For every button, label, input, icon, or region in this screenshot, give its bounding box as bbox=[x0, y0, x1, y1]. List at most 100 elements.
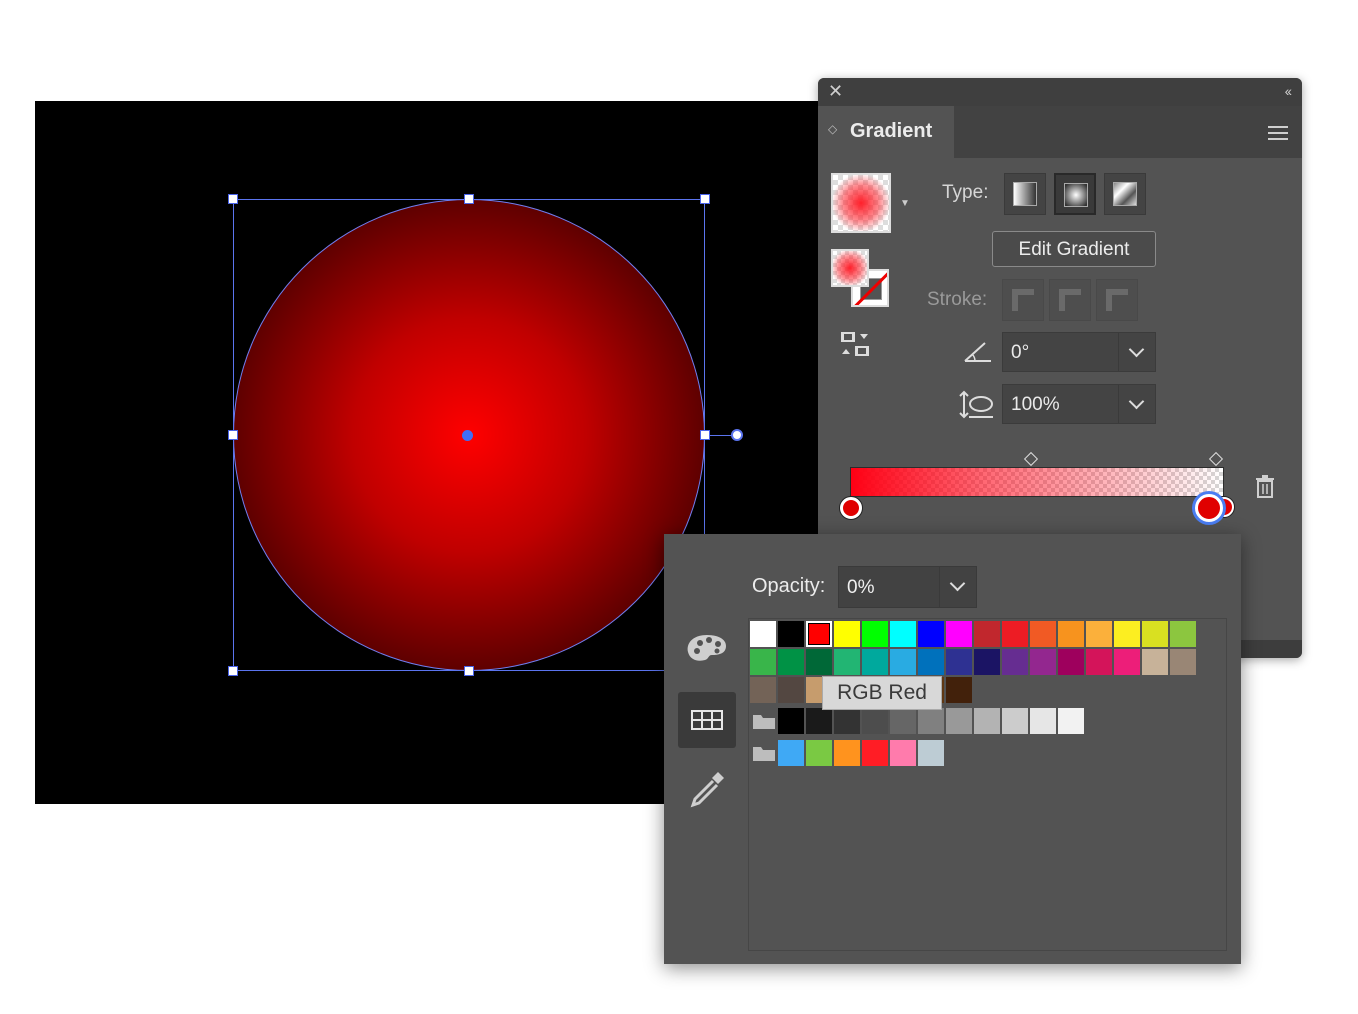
color-swatch[interactable] bbox=[778, 649, 804, 675]
angle-field[interactable]: 0° bbox=[1002, 332, 1156, 372]
aspect-ratio-field[interactable]: 100% bbox=[1002, 384, 1156, 424]
color-swatch[interactable] bbox=[834, 740, 860, 766]
color-swatch[interactable] bbox=[862, 649, 888, 675]
stroke-along-button[interactable] bbox=[1049, 279, 1091, 321]
gradient-midpoint-diamond-end[interactable] bbox=[1208, 451, 1224, 467]
color-swatch[interactable] bbox=[1114, 621, 1140, 647]
color-swatch[interactable] bbox=[1058, 708, 1084, 734]
collapse-icon[interactable]: ‹‹ bbox=[1285, 83, 1292, 99]
folder-icon[interactable] bbox=[752, 744, 776, 762]
color-swatch[interactable] bbox=[778, 708, 804, 734]
resize-handle-bottom[interactable] bbox=[464, 666, 474, 676]
linear-gradient-button[interactable] bbox=[1004, 173, 1046, 215]
panel-menu-icon[interactable] bbox=[1268, 126, 1288, 144]
color-swatch[interactable] bbox=[1086, 649, 1112, 675]
color-swatch[interactable] bbox=[974, 708, 1000, 734]
color-swatch[interactable] bbox=[778, 677, 804, 703]
color-swatch[interactable] bbox=[750, 677, 776, 703]
resize-handle-top[interactable] bbox=[464, 194, 474, 204]
color-swatch[interactable] bbox=[918, 621, 944, 647]
color-swatch[interactable] bbox=[750, 621, 776, 647]
caret-down-icon[interactable]: ▼ bbox=[900, 198, 910, 209]
aspect-ratio-dropdown[interactable] bbox=[1118, 385, 1155, 423]
gradient-annotator-handle[interactable] bbox=[731, 429, 743, 441]
gradient-origin-point[interactable] bbox=[462, 430, 473, 441]
color-swatch[interactable] bbox=[918, 649, 944, 675]
color-swatch[interactable] bbox=[1002, 708, 1028, 734]
color-swatch[interactable] bbox=[1170, 649, 1196, 675]
color-swatch[interactable] bbox=[1114, 649, 1140, 675]
color-swatch[interactable] bbox=[918, 708, 944, 734]
color-swatch[interactable] bbox=[750, 649, 776, 675]
trash-icon[interactable] bbox=[1254, 474, 1276, 498]
color-swatch[interactable] bbox=[890, 649, 916, 675]
resize-handle-top-left[interactable] bbox=[228, 194, 238, 204]
color-swatch[interactable] bbox=[1058, 621, 1084, 647]
color-swatch[interactable] bbox=[1086, 621, 1112, 647]
color-swatch[interactable] bbox=[806, 649, 832, 675]
opacity-value[interactable]: 0% bbox=[847, 577, 874, 599]
tab-gradient[interactable]: ◇ Gradient bbox=[818, 106, 954, 158]
fill-swatch[interactable] bbox=[831, 249, 869, 287]
color-swatch[interactable] bbox=[890, 740, 916, 766]
color-swatch[interactable] bbox=[1030, 708, 1056, 734]
freeform-gradient-button[interactable] bbox=[1104, 173, 1146, 215]
resize-handle-left[interactable] bbox=[228, 430, 238, 440]
panel-header-bar: ✕ ‹‹ bbox=[818, 78, 1302, 106]
folder-icon[interactable] bbox=[752, 712, 776, 730]
radial-gradient-button[interactable] bbox=[1054, 173, 1096, 215]
color-swatch[interactable] bbox=[862, 621, 888, 647]
color-swatch[interactable] bbox=[778, 621, 804, 647]
opacity-field[interactable]: 0% bbox=[838, 566, 977, 608]
color-stop-left[interactable] bbox=[840, 497, 862, 519]
color-swatch[interactable] bbox=[1030, 649, 1056, 675]
color-swatch[interactable] bbox=[862, 740, 888, 766]
aspect-ratio-value[interactable]: 100% bbox=[1011, 394, 1060, 416]
color-swatch[interactable] bbox=[1142, 649, 1168, 675]
color-swatch[interactable] bbox=[834, 708, 860, 734]
opacity-dropdown[interactable] bbox=[939, 567, 976, 607]
color-swatch[interactable] bbox=[890, 621, 916, 647]
color-swatch[interactable] bbox=[806, 708, 832, 734]
color-swatch[interactable] bbox=[1030, 621, 1056, 647]
color-swatch[interactable] bbox=[974, 649, 1000, 675]
color-mode-button[interactable] bbox=[678, 620, 736, 676]
color-stop-right-selected[interactable] bbox=[1195, 494, 1223, 522]
color-swatch[interactable] bbox=[778, 740, 804, 766]
color-swatch[interactable] bbox=[946, 677, 972, 703]
color-swatch[interactable] bbox=[834, 649, 860, 675]
color-swatch[interactable] bbox=[806, 740, 832, 766]
gradient-midpoint-diamond[interactable] bbox=[1023, 451, 1039, 467]
color-swatch[interactable] bbox=[974, 621, 1000, 647]
gradient-slider[interactable] bbox=[850, 467, 1224, 497]
color-swatch[interactable] bbox=[862, 708, 888, 734]
resize-handle-right[interactable] bbox=[700, 430, 710, 440]
resize-handle-bottom-left[interactable] bbox=[228, 666, 238, 676]
color-swatch[interactable] bbox=[946, 621, 972, 647]
color-swatch[interactable] bbox=[834, 621, 860, 647]
updown-icon: ◇ bbox=[828, 122, 838, 136]
color-swatch[interactable] bbox=[1002, 621, 1028, 647]
color-swatch[interactable] bbox=[946, 708, 972, 734]
color-swatch[interactable] bbox=[1170, 621, 1196, 647]
color-swatch[interactable] bbox=[946, 649, 972, 675]
edit-gradient-button[interactable]: Edit Gradient bbox=[992, 231, 1156, 267]
swatches-mode-button[interactable] bbox=[678, 692, 736, 748]
eyedropper-button[interactable] bbox=[678, 760, 736, 816]
color-swatch[interactable] bbox=[890, 708, 916, 734]
color-swatch[interactable] bbox=[918, 740, 944, 766]
gradient-preview-swatch[interactable] bbox=[831, 173, 891, 233]
angle-dropdown[interactable] bbox=[1118, 333, 1155, 371]
swatch-tooltip: RGB Red bbox=[822, 676, 942, 710]
resize-handle-top-right[interactable] bbox=[700, 194, 710, 204]
color-swatch[interactable] bbox=[806, 621, 832, 647]
color-swatch[interactable] bbox=[1002, 649, 1028, 675]
color-swatch[interactable] bbox=[1058, 649, 1084, 675]
color-swatch[interactable] bbox=[1142, 621, 1168, 647]
swatches-grid-icon bbox=[691, 710, 723, 730]
angle-value[interactable]: 0° bbox=[1011, 342, 1029, 364]
stroke-within-button[interactable] bbox=[1002, 279, 1044, 321]
close-icon[interactable]: ✕ bbox=[828, 81, 843, 102]
reverse-gradient-icon[interactable] bbox=[840, 330, 872, 360]
stroke-across-button[interactable] bbox=[1096, 279, 1138, 321]
